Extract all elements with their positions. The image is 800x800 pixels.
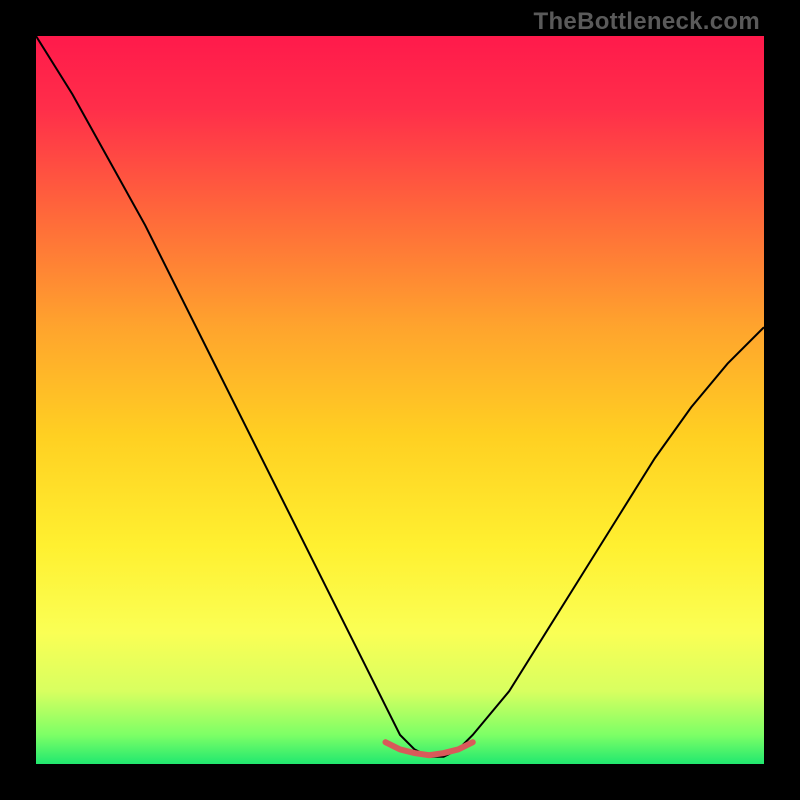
bottleneck-floor-marker-path	[385, 742, 472, 755]
curve-layer	[36, 36, 764, 764]
watermark-text: TheBottleneck.com	[534, 8, 760, 36]
chart-frame: TheBottleneck.com	[0, 0, 800, 800]
plot-area	[36, 36, 764, 764]
bottleneck-curve-path	[36, 36, 764, 757]
